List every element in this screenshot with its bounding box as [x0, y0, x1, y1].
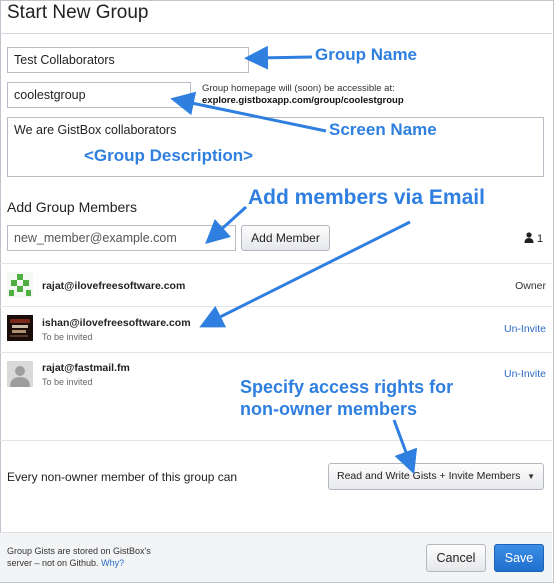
cancel-button[interactable]: Cancel	[426, 544, 486, 572]
annotation-group-description: <Group Description>	[84, 146, 254, 165]
access-rights-label: Every non-owner member of this group can	[7, 470, 238, 484]
uninvite-link[interactable]: Un-Invite	[504, 368, 546, 380]
storage-note-line1: Group Gists are stored on GistBox's	[7, 546, 151, 556]
screen-name-input[interactable]: coolestgroup	[7, 82, 191, 108]
title-divider	[0, 33, 552, 34]
uninvite-link[interactable]: Un-Invite	[504, 323, 546, 335]
member-status: To be invited	[42, 332, 93, 342]
member-count: 1	[524, 232, 543, 246]
homepage-hint-url: explore.gistboxapp.com/group/coolestgrou…	[202, 95, 404, 106]
save-button[interactable]: Save	[494, 544, 544, 572]
homepage-hint-text: Group homepage will (soon) be accessible…	[202, 83, 395, 94]
annotation-add-members: Add members via Email	[248, 186, 485, 209]
annotation-group-name: Group Name	[315, 45, 418, 64]
member-role-owner: Owner	[515, 280, 546, 292]
annotation-access-rights-line2: non-owner members	[240, 399, 418, 419]
member-email: rajat@ilovefreesoftware.com	[42, 280, 186, 292]
member-avatar	[7, 315, 33, 341]
member-avatar	[7, 361, 33, 387]
member-count-value: 1	[537, 233, 544, 245]
member-email: rajat@fastmail.fm	[42, 362, 130, 374]
member-status: To be invited	[42, 377, 93, 387]
member-avatar	[7, 272, 33, 298]
new-member-email-input[interactable]: new_member@example.com	[7, 225, 236, 251]
access-rights-select[interactable]: Read and Write Gists + Invite Members ▼	[328, 463, 544, 490]
access-rights-selected: Read and Write Gists + Invite Members	[337, 470, 521, 482]
member-email: ishan@ilovefreesoftware.com	[42, 317, 191, 329]
homepage-hint: Group homepage will (soon) be accessible…	[202, 83, 404, 107]
row-divider	[0, 306, 552, 307]
storage-note: Group Gists are stored on GistBox's serv…	[7, 545, 151, 569]
add-member-button[interactable]: Add Member	[241, 225, 330, 251]
group-description-text: We are GistBox collaborators	[14, 123, 177, 137]
person-icon	[524, 232, 534, 246]
annotation-access-rights: Specify access rights for non-owner memb…	[240, 376, 453, 420]
row-divider	[0, 352, 552, 353]
dialog-title: Start New Group	[7, 2, 149, 23]
annotation-screen-name: Screen Name	[329, 120, 437, 139]
caret-down-icon: ▼	[527, 472, 535, 481]
group-name-input[interactable]: Test Collaborators	[7, 47, 249, 73]
add-members-heading: Add Group Members	[7, 199, 137, 215]
why-link[interactable]: Why?	[101, 558, 124, 568]
members-top-divider	[0, 263, 552, 264]
annotation-access-rights-line1: Specify access rights for	[240, 377, 454, 397]
members-bottom-divider	[0, 440, 552, 441]
storage-note-line2: server – not on Github.	[7, 558, 99, 568]
